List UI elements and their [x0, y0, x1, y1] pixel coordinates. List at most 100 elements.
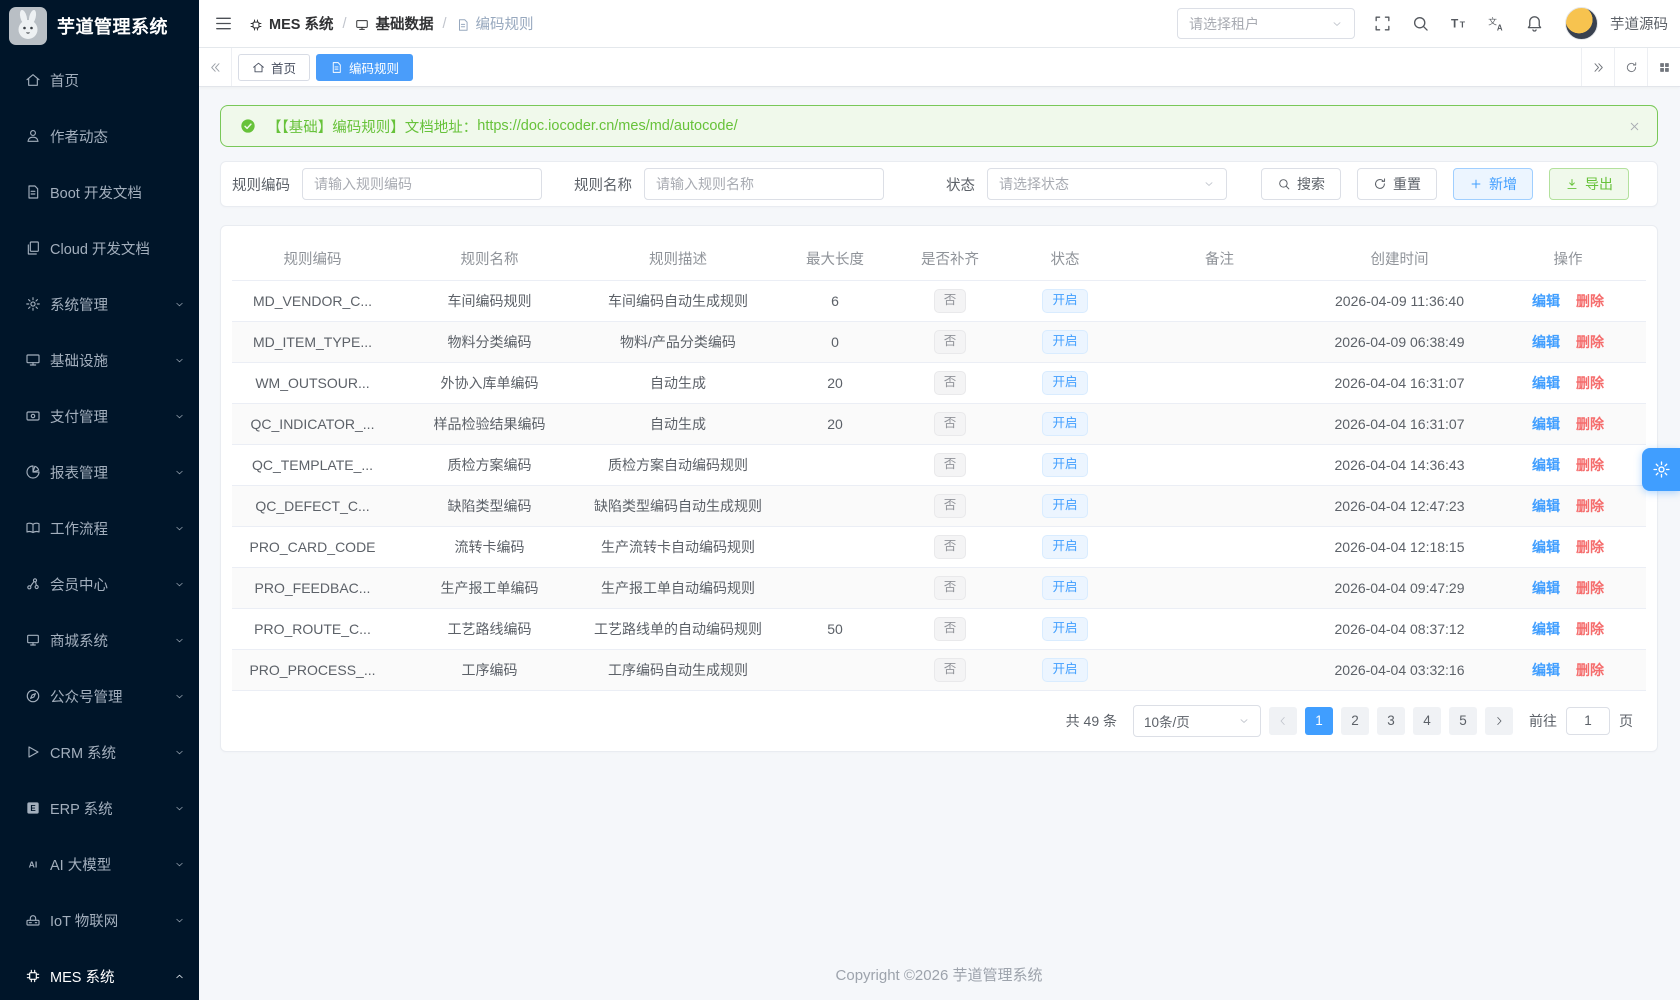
tabs-scroll-left-button[interactable]: [199, 48, 232, 86]
table-row: PRO_PROCESS_...工序编码工序编码自动生成规则否开启2026-04-…: [232, 649, 1646, 690]
edit-link[interactable]: 编辑: [1532, 580, 1560, 596]
delete-link[interactable]: 删除: [1576, 375, 1604, 391]
alert-doc-link[interactable]: https://doc.iocoder.cn/mes/md/autocode/: [477, 118, 737, 134]
sidebar-item-cloud-docs[interactable]: Cloud 开发文档: [0, 220, 199, 276]
page-button-2[interactable]: 2: [1341, 707, 1369, 735]
cell-status: 开启: [1000, 444, 1130, 485]
edit-link[interactable]: 编辑: [1532, 621, 1560, 637]
edit-link[interactable]: 编辑: [1532, 662, 1560, 678]
sidebar-item-member[interactable]: 会员中心: [0, 556, 199, 612]
cell-padded: 否: [900, 321, 1000, 362]
theme-settings-button[interactable]: [1642, 448, 1680, 491]
column-header-0: 规则编码: [232, 238, 393, 280]
edit-link[interactable]: 编辑: [1532, 416, 1560, 432]
tenant-select[interactable]: 请选择租户: [1177, 8, 1355, 39]
sidebar-item-mes[interactable]: MES 系统: [0, 948, 199, 1000]
cell-actions: 编辑删除: [1490, 444, 1646, 485]
rule-code-input[interactable]: 请输入规则编码: [302, 168, 542, 200]
sidebar-item-ai[interactable]: AIAI 大模型: [0, 836, 199, 892]
edit-link[interactable]: 编辑: [1532, 539, 1560, 555]
page-button-1[interactable]: 1: [1305, 707, 1333, 735]
goto-page-input[interactable]: 1: [1566, 707, 1610, 735]
next-page-button[interactable]: [1485, 707, 1513, 735]
chevron-down-icon: [174, 803, 185, 814]
page-size-select[interactable]: 10条/页: [1133, 705, 1261, 737]
language-button[interactable]: 文A: [1477, 0, 1515, 48]
alert-text: 【【基础】编码规则】文档地址：: [267, 116, 477, 137]
delete-link[interactable]: 删除: [1576, 334, 1604, 350]
sidebar-item-infra[interactable]: 基础设施: [0, 332, 199, 388]
sidebar-item-payment[interactable]: 支付管理: [0, 388, 199, 444]
user-icon: [25, 128, 42, 144]
filter-label: 规则名称: [574, 174, 644, 195]
search-button[interactable]: [1401, 0, 1439, 48]
status-badge: 开启: [1042, 330, 1087, 354]
prev-page-button[interactable]: [1269, 707, 1297, 735]
sidebar-item-erp[interactable]: EERP 系统: [0, 780, 199, 836]
collapse-sidebar-button[interactable]: [207, 0, 239, 48]
svg-text:A: A: [1496, 24, 1502, 33]
layout-button[interactable]: [1647, 48, 1680, 86]
font-size-button[interactable]: TT: [1439, 0, 1477, 48]
edit-link[interactable]: 编辑: [1532, 457, 1560, 473]
svg-text:T: T: [1459, 19, 1465, 29]
cell-rule-name: 工艺路线编码: [393, 608, 586, 649]
chevron-down-icon: [174, 467, 185, 478]
sidebar-item-workflow[interactable]: 工作流程: [0, 500, 199, 556]
page-button-5[interactable]: 5: [1449, 707, 1477, 735]
cell-rule-name: 流转卡编码: [393, 526, 586, 567]
sidebar-item-mall[interactable]: 商城系统: [0, 612, 199, 668]
chevron-down-icon: [1331, 18, 1343, 30]
rule-name-input[interactable]: 请输入规则名称: [644, 168, 884, 200]
edit-link[interactable]: 编辑: [1532, 293, 1560, 309]
sidebar-item-label: 会员中心: [50, 574, 174, 595]
sidebar-item-system[interactable]: 系统管理: [0, 276, 199, 332]
status-badge: 开启: [1042, 535, 1087, 559]
chevron-down-icon: [174, 915, 185, 926]
scroll-right-button[interactable]: [1581, 48, 1614, 86]
user-menu[interactable]: 芋道源码: [1565, 7, 1668, 40]
breadcrumb-item-mes[interactable]: MES 系统: [249, 13, 333, 34]
export-button[interactable]: 导出: [1549, 168, 1629, 200]
cell-actions: 编辑删除: [1490, 608, 1646, 649]
status-select[interactable]: 请选择状态: [987, 168, 1227, 200]
search-button[interactable]: 搜索: [1261, 168, 1341, 200]
sidebar-item-mp[interactable]: 公众号管理: [0, 668, 199, 724]
delete-link[interactable]: 删除: [1576, 539, 1604, 555]
chevron-down-icon: [174, 523, 185, 534]
tab-home[interactable]: 首页: [238, 54, 310, 81]
edit-link[interactable]: 编辑: [1532, 375, 1560, 391]
fullscreen-button[interactable]: [1363, 0, 1401, 48]
delete-link[interactable]: 删除: [1576, 416, 1604, 432]
sidebar-item-home[interactable]: 首页: [0, 52, 199, 108]
breadcrumb-item-basic-data[interactable]: 基础数据: [355, 13, 433, 34]
reset-button[interactable]: 重置: [1357, 168, 1437, 200]
column-header-2: 规则描述: [586, 238, 770, 280]
tab-code-rules[interactable]: 编码规则: [316, 54, 413, 81]
sidebar-item-boot-docs[interactable]: Boot 开发文档: [0, 164, 199, 220]
column-header-1: 规则名称: [393, 238, 586, 280]
delete-link[interactable]: 删除: [1576, 580, 1604, 596]
edit-link[interactable]: 编辑: [1532, 334, 1560, 350]
refresh-button[interactable]: [1614, 48, 1647, 86]
notifications-button[interactable]: [1515, 0, 1553, 48]
cell-created-time: 2026-04-04 08:37:12: [1309, 608, 1490, 649]
delete-link[interactable]: 删除: [1576, 662, 1604, 678]
compass-icon: [25, 688, 42, 704]
page-button-4[interactable]: 4: [1413, 707, 1441, 735]
delete-link[interactable]: 删除: [1576, 621, 1604, 637]
page-button-3[interactable]: 3: [1377, 707, 1405, 735]
delete-link[interactable]: 删除: [1576, 293, 1604, 309]
sidebar-item-report[interactable]: 报表管理: [0, 444, 199, 500]
alert-close-icon[interactable]: [1628, 120, 1641, 133]
add-button[interactable]: 新增: [1453, 168, 1533, 200]
sidebar-item-iot[interactable]: IoT 物联网: [0, 892, 199, 948]
app-logo[interactable]: 芋道管理系统: [0, 0, 199, 52]
sidebar-item-crm[interactable]: CRM 系统: [0, 724, 199, 780]
delete-link[interactable]: 删除: [1576, 457, 1604, 473]
delete-link[interactable]: 删除: [1576, 498, 1604, 514]
cell-remark: [1130, 362, 1309, 403]
cell-created-time: 2026-04-04 16:31:07: [1309, 403, 1490, 444]
sidebar-item-author-news[interactable]: 作者动态: [0, 108, 199, 164]
edit-link[interactable]: 编辑: [1532, 498, 1560, 514]
